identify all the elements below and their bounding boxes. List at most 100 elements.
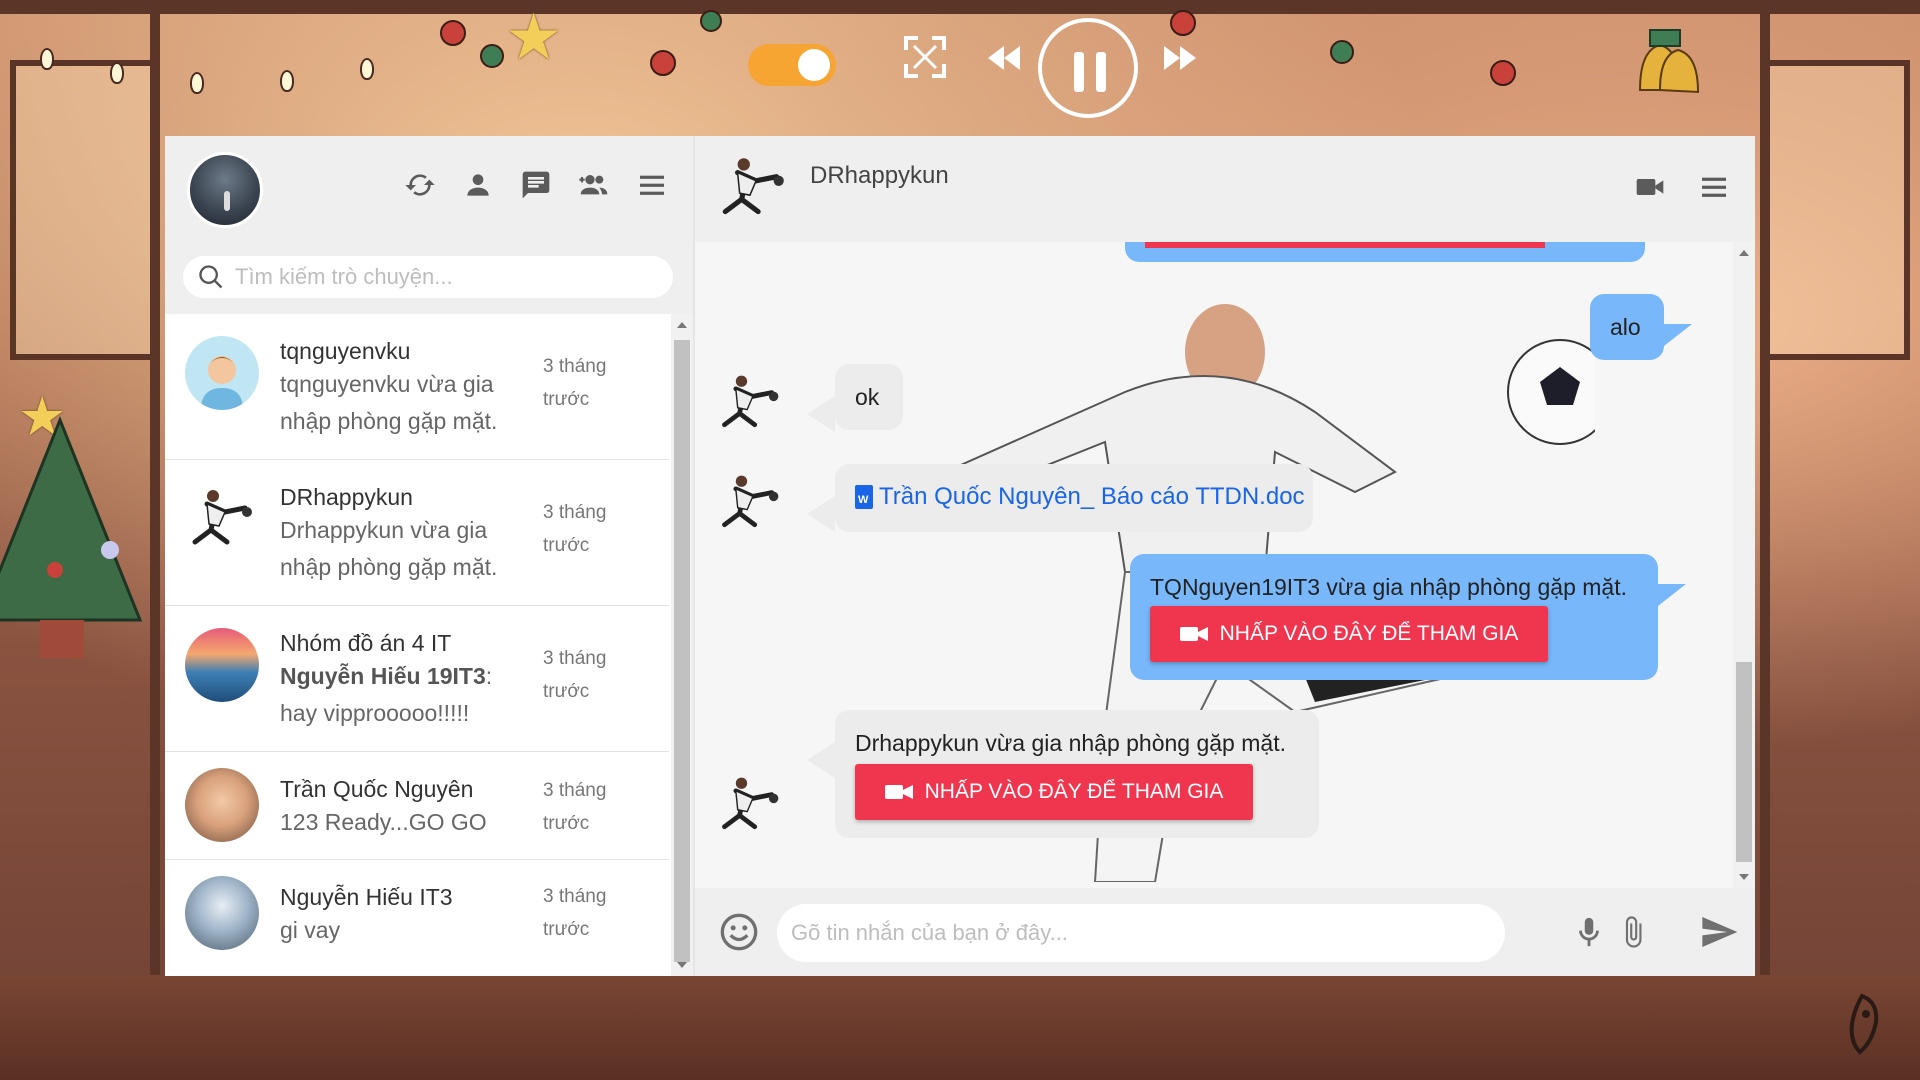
chat-header: DRhappykun	[695, 136, 1755, 242]
message-text: Drhappykun vừa gia nhập phòng gặp mặt.	[855, 730, 1286, 756]
pause-icon	[1096, 52, 1106, 92]
scrollbar-thumb[interactable]	[1736, 662, 1752, 862]
join-meeting-button[interactable]: NHẤP VÀO ĐÂY ĐỂ THAM GIA	[1150, 606, 1548, 662]
background-window	[1760, 60, 1910, 360]
watermark-logo-icon	[1842, 992, 1882, 1056]
conversation-time: 3 tháng trước	[543, 356, 607, 410]
message-text: TQNguyen19IT3 vừa gia nhập phòng gặp mặt…	[1150, 574, 1627, 600]
message-bubble-partial	[1125, 242, 1645, 262]
message-text: ok	[855, 384, 880, 410]
search-bar	[165, 242, 693, 314]
send-icon[interactable]	[1695, 912, 1743, 952]
sidebar-header	[165, 136, 693, 242]
scrollbar[interactable]	[1733, 242, 1755, 888]
message-input[interactable]	[777, 904, 1505, 962]
video-camera-icon	[884, 785, 913, 799]
scroll-down-arrow-icon[interactable]	[677, 962, 687, 968]
christmas-tree-icon	[0, 400, 160, 660]
avatar	[715, 770, 785, 840]
scroll-up-arrow-icon[interactable]	[1739, 250, 1749, 256]
incoming-message: Drhappykun vừa gia nhập phòng gặp mặt. N…	[807, 710, 1319, 838]
message-composer	[695, 888, 1755, 976]
chat-title: DRhappykun	[810, 162, 949, 189]
sidebar-toolbar	[401, 166, 671, 204]
list-item[interactable]: Nguyễn Hiếu IT3 gi vay 3 tháng trước	[165, 860, 669, 970]
chat-icon[interactable]	[517, 166, 555, 204]
avatar	[185, 336, 259, 410]
background-floor	[0, 975, 1920, 1080]
search-box	[183, 256, 673, 298]
file-attachment-link[interactable]: Trần Quốc Nguyên_ Báo cáo TTDN.doc	[855, 483, 1305, 511]
chat-app-window: tqnguyenvku tqnguyenvku vừa gia nhập phò…	[165, 136, 1755, 976]
fullscreen-icon[interactable]	[900, 32, 950, 82]
scroll-down-arrow-icon[interactable]	[1739, 874, 1749, 880]
ceiling-beam	[0, 0, 1920, 14]
scroll-up-arrow-icon[interactable]	[677, 322, 687, 328]
avatar	[185, 768, 259, 842]
conversation-name: tqnguyenvku	[280, 338, 411, 364]
conversation-name: DRhappykun	[280, 484, 413, 510]
chat-panel: DRhappykun alo ok W Trần Quốc Nguyên_ Bá…	[695, 136, 1755, 976]
avatar[interactable]	[715, 150, 791, 226]
list-item[interactable]: Trần Quốc Nguyên 123 Ready...GO GO 3 thá…	[165, 752, 669, 860]
background-pillar	[1760, 0, 1770, 980]
join-button-label: NHẤP VÀO ĐÂY ĐỂ THAM GIA	[1219, 622, 1519, 645]
join-meeting-button[interactable]: NHẤP VÀO ĐÂY ĐỂ THAM GIA	[855, 764, 1253, 820]
list-item[interactable]: DRhappykun Drhappykun vừa gia nhập phòng…	[165, 460, 669, 606]
pause-button[interactable]	[1038, 18, 1138, 118]
avatar[interactable]	[187, 152, 263, 228]
scrollbar[interactable]	[671, 314, 693, 976]
incoming-message: ok	[807, 364, 903, 432]
menu-icon[interactable]	[633, 166, 671, 204]
chat-toolbar	[1631, 168, 1733, 206]
list-item[interactable]: tqnguyenvku tqnguyenvku vừa gia nhập phò…	[165, 314, 669, 460]
avatar	[185, 876, 259, 950]
video-call-icon[interactable]	[1631, 168, 1669, 206]
conversation-preview: tqnguyenvku vừa gia nhập phòng gặp mặt.	[280, 371, 498, 434]
toggle-switch[interactable]	[748, 44, 836, 86]
refresh-icon[interactable]	[401, 166, 439, 204]
avatar	[715, 368, 785, 438]
join-button-label: NHẤP VÀO ĐÂY ĐỂ THAM GIA	[924, 780, 1224, 803]
pause-icon	[1074, 52, 1084, 92]
conversation-preview: gi vay	[280, 917, 341, 943]
attachment-icon[interactable]	[1613, 912, 1653, 952]
sidebar: tqnguyenvku tqnguyenvku vừa gia nhập phò…	[165, 136, 695, 976]
search-icon	[199, 265, 223, 289]
scrollbar-thumb[interactable]	[674, 340, 690, 962]
conversation-name: Trần Quốc Nguyên	[280, 776, 474, 802]
list-item[interactable]: Nhóm đồ án 4 IT Nguyễn Hiếu 19IT3: hay v…	[165, 606, 669, 752]
conversation-name: Nguyễn Hiếu IT3	[280, 884, 453, 910]
incoming-message: Trần Quốc Nguyên_ Báo cáo TTDN.doc	[807, 464, 1313, 532]
conversation-time: 3 tháng trước	[543, 648, 607, 702]
person-icon[interactable]	[459, 166, 497, 204]
avatar	[185, 482, 259, 556]
avatar	[185, 628, 259, 702]
word-document-icon	[855, 485, 873, 509]
conversation-preview: 123 Ready...GO GO	[280, 809, 487, 835]
video-camera-icon	[1179, 627, 1208, 641]
file-name: Trần Quốc Nguyên_ Báo cáo TTDN.doc	[879, 483, 1305, 510]
emoji-icon[interactable]	[719, 912, 759, 952]
background-window	[10, 60, 160, 360]
conversation-list: tqnguyenvku tqnguyenvku vừa gia nhập phò…	[165, 314, 693, 976]
search-input[interactable]	[235, 264, 635, 290]
rewind-icon[interactable]	[984, 38, 1024, 78]
bell-decoration-icon	[1620, 20, 1710, 110]
menu-icon[interactable]	[1695, 168, 1733, 206]
conversation-preview: Drhappykun vừa gia nhập phòng gặp mặt.	[280, 517, 498, 580]
conversation-time: 3 tháng trước	[543, 780, 607, 834]
conversation-time: 3 tháng trước	[543, 886, 607, 940]
outgoing-message: TQNguyen19IT3 vừa gia nhập phòng gặp mặt…	[1130, 554, 1686, 680]
message-text: alo	[1610, 314, 1641, 340]
conversation-name: Nhóm đồ án 4 IT	[280, 630, 452, 656]
outgoing-message: alo	[1590, 294, 1692, 360]
conversation-time: 3 tháng trước	[543, 502, 607, 556]
microphone-icon[interactable]	[1569, 912, 1609, 952]
fast-forward-icon[interactable]	[1160, 38, 1200, 78]
group-add-icon[interactable]	[575, 166, 613, 204]
star-ornament-icon: ★	[505, 1, 563, 73]
conversation-preview: Nguyễn Hiếu 19IT3: hay vipprooooo!!!!!	[280, 658, 535, 732]
message-area: alo ok Trần Quốc Nguyên_ Báo cáo TTDN.do…	[695, 242, 1755, 888]
toggle-knob	[798, 49, 830, 81]
